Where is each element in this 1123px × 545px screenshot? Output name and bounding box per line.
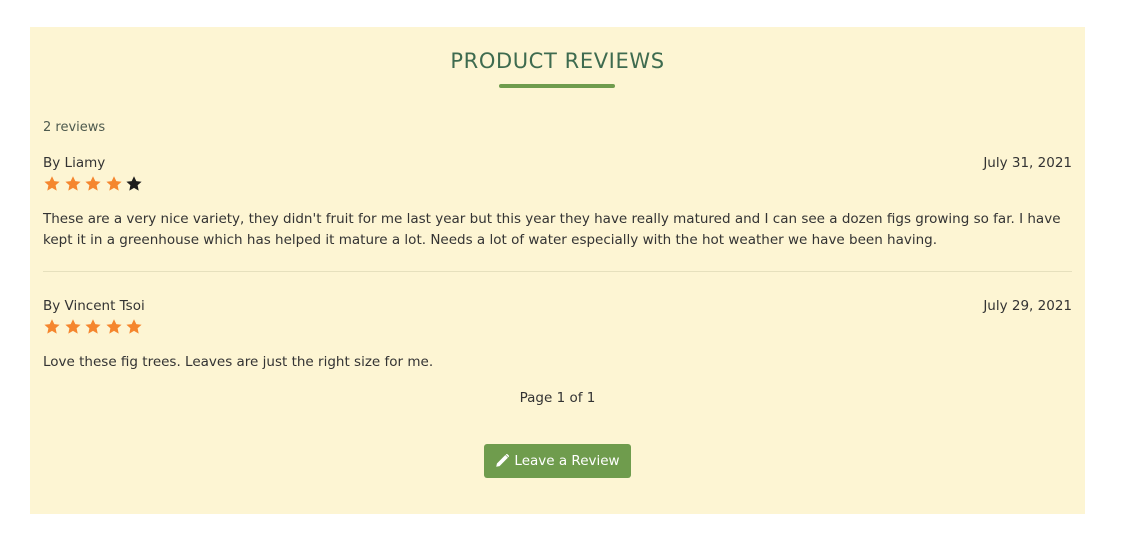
review-item: By Liamy July 31, 2021 These are a very … <box>43 154 1072 254</box>
pencil-icon <box>495 454 510 468</box>
star-rating <box>43 175 146 193</box>
review-count: 2 reviews <box>43 120 106 135</box>
leave-review-label: Leave a Review <box>514 453 620 469</box>
review-body: These are a very nice variety, they didn… <box>43 211 1061 248</box>
product-reviews-panel: PRODUCT REVIEWS 2 reviews By Liamy July … <box>30 27 1085 514</box>
review-author: By Liamy <box>43 155 106 171</box>
review-divider <box>43 271 1072 272</box>
star-filled-icon <box>84 318 102 336</box>
pagination-label: Page 1 of 1 <box>519 390 596 406</box>
review-author: By Vincent Tsoi <box>43 298 145 314</box>
star-rating <box>43 318 146 336</box>
title-underline <box>499 84 615 88</box>
star-filled-icon <box>64 175 82 193</box>
star-filled-icon <box>105 318 123 336</box>
star-filled-icon <box>125 318 143 336</box>
star-filled-icon <box>64 318 82 336</box>
star-filled-icon <box>84 175 102 193</box>
star-filled-icon <box>43 318 61 336</box>
review-date: July 31, 2021 <box>983 155 1072 171</box>
review-item: By Vincent Tsoi July 29, 2021 Love these… <box>43 297 1072 370</box>
leave-review-button[interactable]: Leave a Review <box>484 444 631 478</box>
star-empty-icon <box>125 175 143 193</box>
review-body: Love these fig trees. Leaves are just th… <box>43 354 434 370</box>
star-filled-icon <box>105 175 123 193</box>
section-title: PRODUCT REVIEWS <box>450 49 665 73</box>
star-filled-icon <box>43 175 61 193</box>
review-date: July 29, 2021 <box>983 298 1072 314</box>
